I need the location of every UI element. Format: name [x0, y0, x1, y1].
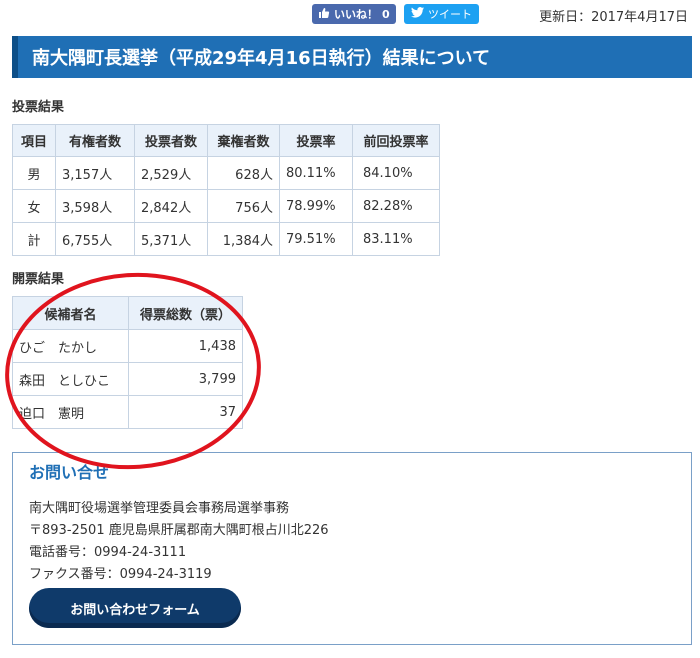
table-cell: 628人 [207, 156, 280, 190]
contact-title: お問い合せ [29, 463, 110, 482]
table-cell: 2,529人 [134, 156, 208, 190]
table-cell: 6,755人 [55, 222, 135, 256]
column-header: 投票者数 [134, 124, 208, 157]
contact-phone: 電話番号：0994-24-3111 [29, 545, 187, 560]
like-button[interactable]: いいね！ 0 [312, 4, 396, 24]
table-row: 迫口 憲明 37 [12, 395, 243, 429]
table-row: 男 3,157人 2,529人 628人 80.11% 84.10% [12, 156, 440, 190]
row-label: 男 [12, 156, 56, 190]
column-header: 棄権者数 [207, 124, 280, 157]
table-cell: 83.11% [352, 222, 440, 256]
tweet-label: ツイート [428, 8, 472, 21]
table-cell: 78.99% [279, 189, 353, 223]
turnout-heading: 投票結果 [12, 100, 65, 115]
vote-count: 1,438 [128, 329, 243, 363]
table-cell: 1,384人 [207, 222, 280, 256]
twitter-bird-icon [411, 7, 424, 21]
table-cell: 3,598人 [55, 189, 135, 223]
contact-department: 南大隅町役場選挙管理委員会事務局選挙事務 [29, 501, 290, 516]
row-label: 女 [12, 189, 56, 223]
table-cell: 79.51% [279, 222, 353, 256]
candidate-name: ひご たかし [12, 329, 129, 363]
table-cell: 82.28% [352, 189, 440, 223]
contact-form-button[interactable]: お問い合わせフォーム [29, 588, 241, 628]
turnout-table: 項目 有権者数 投票者数 棄権者数 投票率 前回投票率 男 3,157人 2,5… [12, 124, 440, 256]
table-cell: 2,842人 [134, 189, 208, 223]
updated-date: 更新日：2017年4月17日 [539, 10, 688, 25]
count-heading: 開票結果 [12, 272, 65, 287]
column-header: 項目 [12, 124, 56, 157]
thumbs-up-icon [318, 7, 330, 22]
page-title: 南大隅町長選挙（平成29年4月16日執行）結果について [12, 36, 692, 78]
table-row: 計 6,755人 5,371人 1,384人 79.51% 83.11% [12, 222, 440, 256]
contact-fax: ファクス番号：0994-24-3119 [29, 567, 212, 582]
column-header: 候補者名 [12, 296, 129, 330]
share-bar: いいね！ 0 ツイート 更新日：2017年4月17日 [0, 3, 700, 25]
count-table: 候補者名 得票総数（票） ひご たかし 1,438 森田 としひこ 3,799 … [12, 296, 243, 429]
contact-address: 〒893-2501 鹿児島県肝属郡南大隅町根占川北226 [29, 523, 329, 538]
contact-box: お問い合せ 南大隅町役場選挙管理委員会事務局選挙事務 〒893-2501 鹿児島… [12, 452, 692, 645]
column-header: 有権者数 [55, 124, 135, 157]
column-header: 得票総数（票） [128, 296, 243, 330]
table-header-row: 項目 有権者数 投票者数 棄権者数 投票率 前回投票率 [12, 124, 440, 157]
vote-count: 3,799 [128, 362, 243, 396]
table-cell: 756人 [207, 189, 280, 223]
tweet-button[interactable]: ツイート [404, 4, 479, 24]
table-row: 森田 としひこ 3,799 [12, 362, 243, 396]
table-row: ひご たかし 1,438 [12, 329, 243, 363]
table-row: 女 3,598人 2,842人 756人 78.99% 82.28% [12, 189, 440, 223]
candidate-name: 迫口 憲明 [12, 395, 129, 429]
row-label: 計 [12, 222, 56, 256]
like-count: 0 [382, 7, 390, 21]
like-label: いいね！ [334, 8, 378, 21]
table-cell: 84.10% [352, 156, 440, 190]
table-cell: 80.11% [279, 156, 353, 190]
table-cell: 5,371人 [134, 222, 208, 256]
column-header: 投票率 [279, 124, 353, 157]
candidate-name: 森田 としひこ [12, 362, 129, 396]
table-cell: 3,157人 [55, 156, 135, 190]
table-header-row: 候補者名 得票総数（票） [12, 296, 243, 330]
column-header: 前回投票率 [352, 124, 440, 157]
vote-count: 37 [128, 395, 243, 429]
